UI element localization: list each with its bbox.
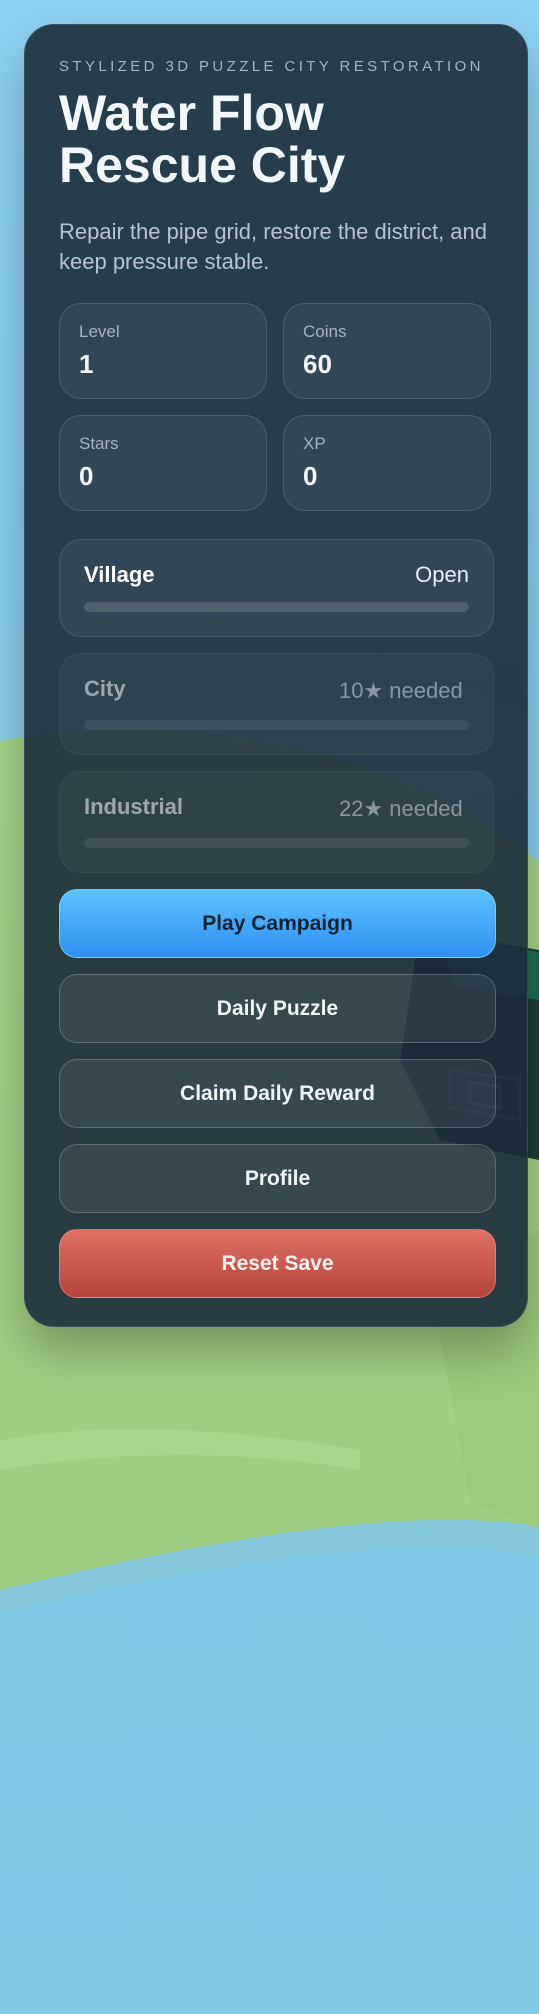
reset-save-button[interactable]: Reset Save	[59, 1229, 496, 1298]
game-tagline: STYLIZED 3D PUZZLE CITY RESTORATION	[59, 58, 484, 75]
stat-label: Level	[79, 322, 120, 341]
district-name: Village	[84, 562, 155, 587]
district-card-city[interactable]: City 10★ needed	[59, 653, 494, 755]
district-card-industrial[interactable]: Industrial 22★ needed	[59, 771, 494, 873]
stat-card-stars: Stars 0	[59, 415, 267, 511]
stat-value: 0	[303, 461, 318, 491]
stat-value: 60	[303, 349, 332, 379]
game-title: Water Flow Rescue City	[59, 85, 346, 193]
menu-actions: Play Campaign Daily Puzzle Claim Daily R…	[59, 889, 496, 1298]
district-name: Industrial	[84, 794, 184, 819]
stat-label: Coins	[303, 322, 347, 341]
district-card-village[interactable]: Village Open	[59, 539, 494, 637]
daily-puzzle-button[interactable]: Daily Puzzle	[59, 974, 496, 1043]
stat-card-level: Level 1	[59, 303, 267, 399]
player-stats-grid: Level 1 Coins 60 Stars 0 XP 0	[59, 303, 494, 511]
district-progress-bar	[84, 602, 469, 612]
stat-card-coins: Coins 60	[283, 303, 491, 399]
district-lock-status: 10★ needed	[339, 678, 463, 703]
district-name: City	[84, 676, 126, 701]
district-progress-bar	[84, 838, 469, 848]
district-progress-bar	[84, 720, 469, 730]
stat-label: XP	[303, 434, 326, 453]
claim-daily-reward-button[interactable]: Claim Daily Reward	[59, 1059, 496, 1128]
main-menu-panel: STYLIZED 3D PUZZLE CITY RESTORATION Wate…	[24, 24, 528, 1327]
game-subtitle: Repair the pipe grid, restore the distri…	[59, 219, 488, 274]
stat-card-xp: XP 0	[283, 415, 491, 511]
district-status: Open	[415, 562, 469, 587]
stat-label: Stars	[79, 434, 119, 453]
play-campaign-button[interactable]: Play Campaign	[59, 889, 496, 958]
district-lock-status: 22★ needed	[339, 796, 463, 821]
stat-value: 1	[79, 349, 94, 379]
profile-button[interactable]: Profile	[59, 1144, 496, 1213]
stat-value: 0	[79, 461, 94, 491]
